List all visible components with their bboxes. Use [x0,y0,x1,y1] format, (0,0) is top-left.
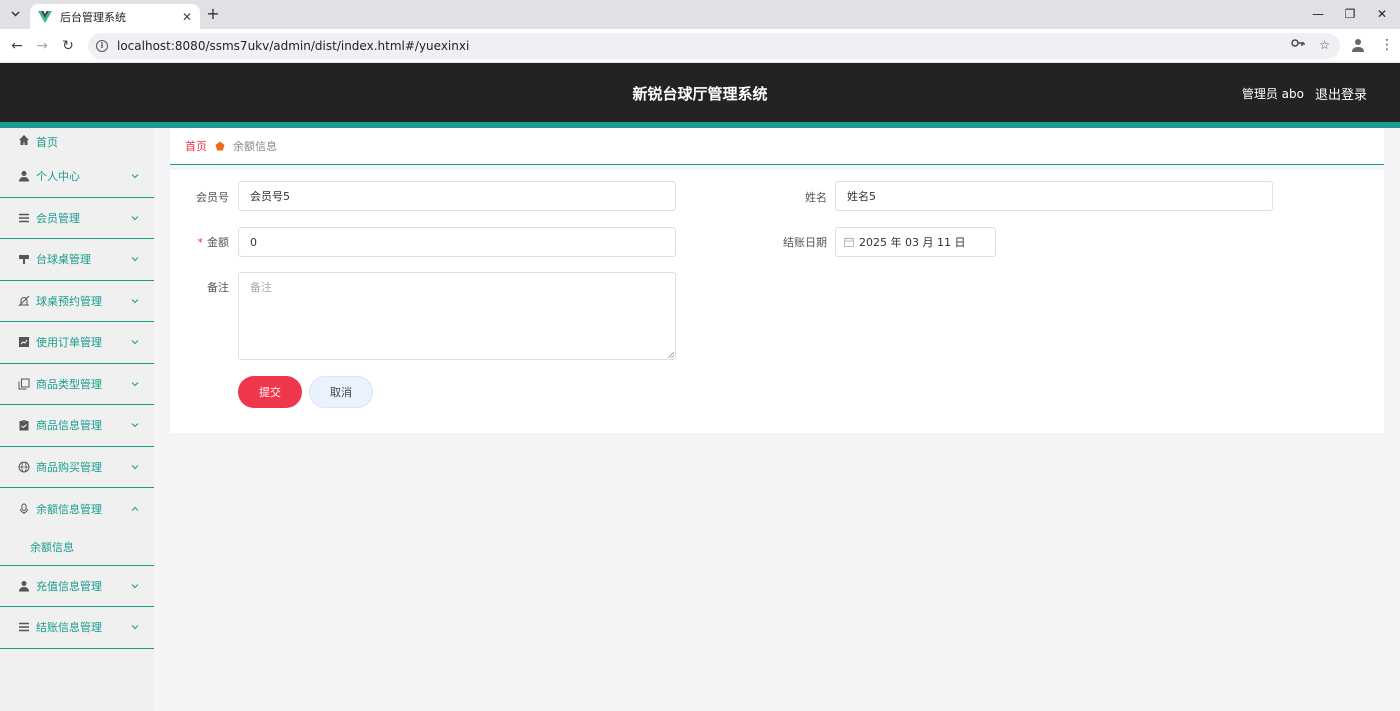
pentagon-separator-icon [215,141,225,151]
chevron-down-icon [131,423,139,428]
sidebar-item-label: 使用订单管理 [36,336,102,350]
sidebar-item-label: 球桌预约管理 [36,294,102,308]
checkout-date-picker[interactable]: 2025 年 03 月 11 日 [835,227,996,257]
chevron-down-icon [131,174,139,179]
required-mark: * [197,236,204,249]
url-text[interactable]: localhost:8080/ssms7ukv/admin/dist/index… [117,39,469,53]
app-title: 新锐台球厅管理系统 [632,85,768,103]
balance-form: 会员号 会员号5 姓名 姓名5 * 金额 0 结账日期 2025 年 03 月 1… [170,170,1384,433]
app-header: 新锐台球厅管理系统 管理员 abo 退出登录 [0,63,1400,122]
microphone-icon [20,503,28,514]
member-no-label: 会员号 [196,191,229,204]
address-bar: ← → ↻ i localhost:8080/ssms7ukv/admin/di… [0,29,1400,63]
reload-icon[interactable]: ↻ [59,37,77,55]
chevron-up-icon [131,506,139,511]
close-window-icon[interactable]: ✕ [1374,6,1390,22]
sidebar-item-label: 商品购买管理 [36,460,102,474]
sidebar-item-label: 台球桌管理 [36,253,91,267]
chevron-down-icon [131,340,139,345]
globe-icon [18,461,30,473]
sidebar-item-product-info-management[interactable]: 商品信息管理 [0,405,154,447]
calendar-icon [844,237,854,247]
restore-icon[interactable]: ❐ [1342,6,1358,22]
chevron-down-icon [10,11,20,17]
sidebar-item-label: 余额信息管理 [36,502,102,516]
amount-label: * 金额 [139,234,230,250]
profile-icon[interactable] [1350,37,1366,53]
star-icon[interactable]: ☆ [1319,38,1330,52]
browser-menu-icon[interactable]: ⋮ [1380,37,1394,55]
resize-grip-icon[interactable] [668,352,674,358]
chevron-down-icon [131,215,139,220]
sidebar-item-order-management[interactable]: 使用订单管理 [0,322,154,364]
sidebar-item-checkout-management[interactable]: 结账信息管理 [0,607,154,649]
copy-icon [18,378,30,390]
sidebar-item-label: 商品类型管理 [36,377,102,391]
list-icon [19,623,29,632]
sidebar-item-recharge-management[interactable]: 充值信息管理 [0,566,154,607]
browser-tab-strip: 后台管理系统 ✕ + — ❐ ✕ [0,0,1400,29]
tab-search-button[interactable] [6,5,24,23]
chevron-down-icon [131,625,139,630]
sidebar-item-home[interactable]: 首页 [0,128,154,156]
sidebar-item-label: 个人中心 [36,170,80,184]
remark-textarea[interactable]: 备注 [238,272,676,360]
amount-input[interactable]: 0 [238,227,676,257]
current-user-label: 管理员 abo [1241,87,1304,101]
sidebar-item-label: 结账信息管理 [36,621,102,635]
bell-off-icon [18,295,30,307]
chart-icon [19,337,29,348]
sidebar-item-product-type-management[interactable]: 商品类型管理 [0,364,154,405]
sidebar-item-purchase-management[interactable]: 商品购买管理 [0,447,154,488]
sidebar-item-balance-management[interactable]: 余额信息管理 [0,488,154,530]
forward-icon[interactable]: → [33,37,51,55]
breadcrumb-current: 余额信息 [233,140,277,153]
vue-logo-icon [38,10,52,23]
sidebar-item-label: 首页 [36,136,58,149]
key-icon[interactable] [1291,38,1305,48]
clipboard-icon [19,420,29,431]
tab-title: 后台管理系统 [60,10,126,24]
breadcrumb: 首页 余额信息 [170,128,1384,165]
home-icon [19,135,29,145]
logout-button[interactable]: 退出登录 [1315,84,1367,103]
user-icon [19,171,29,182]
breadcrumb-home-link[interactable]: 首页 [185,138,207,154]
chevron-down-icon [131,381,139,386]
submit-button[interactable]: 提交 [238,376,302,408]
sidebar-item-personal-center[interactable]: 个人中心 [0,156,154,198]
name-input[interactable]: 姓名5 [835,181,1273,211]
chevron-down-icon [131,583,139,588]
sidebar-item-label: 会员管理 [36,211,80,225]
checkout-date-value: 2025 年 03 月 11 日 [859,236,966,249]
name-label: 姓名 [805,191,827,204]
amount-label-text: 金额 [207,236,229,249]
sidebar-subitem-balance-info[interactable]: 余额信息 [0,530,154,566]
sidebar-item-label: 充值信息管理 [36,579,102,593]
minimize-icon[interactable]: — [1310,6,1326,22]
close-tab-icon[interactable]: ✕ [182,10,192,24]
back-icon[interactable]: ← [8,37,26,55]
chevron-down-icon [131,464,139,469]
site-info-icon[interactable]: i [96,40,108,52]
sidebar-item-table-management[interactable]: 台球桌管理 [0,239,154,281]
checkout-date-label: 结账日期 [783,236,827,249]
cancel-button[interactable]: 取消 [309,376,373,408]
table-icon [19,255,29,265]
chevron-down-icon [131,298,139,303]
browser-tab[interactable]: 后台管理系统 ✕ [30,4,200,29]
sidebar-menu: 首页 个人中心 会员管理 台球桌管理 球桌预约管理 使用订单管理 商品类型管理 … [0,128,154,711]
sidebar-item-member-management[interactable]: 会员管理 [0,198,154,239]
list-icon [19,213,29,222]
sidebar-item-reservation-management[interactable]: 球桌预约管理 [0,281,154,322]
chevron-down-icon [131,257,139,262]
new-tab-button[interactable]: + [205,5,221,23]
member-no-input[interactable]: 会员号5 [238,181,676,211]
user-icon [19,580,29,592]
remark-label: 备注 [207,281,229,294]
remark-placeholder: 备注 [250,281,272,294]
sidebar-item-label: 商品信息管理 [36,419,102,433]
url-omnibox[interactable]: i localhost:8080/ssms7ukv/admin/dist/ind… [88,33,1340,59]
